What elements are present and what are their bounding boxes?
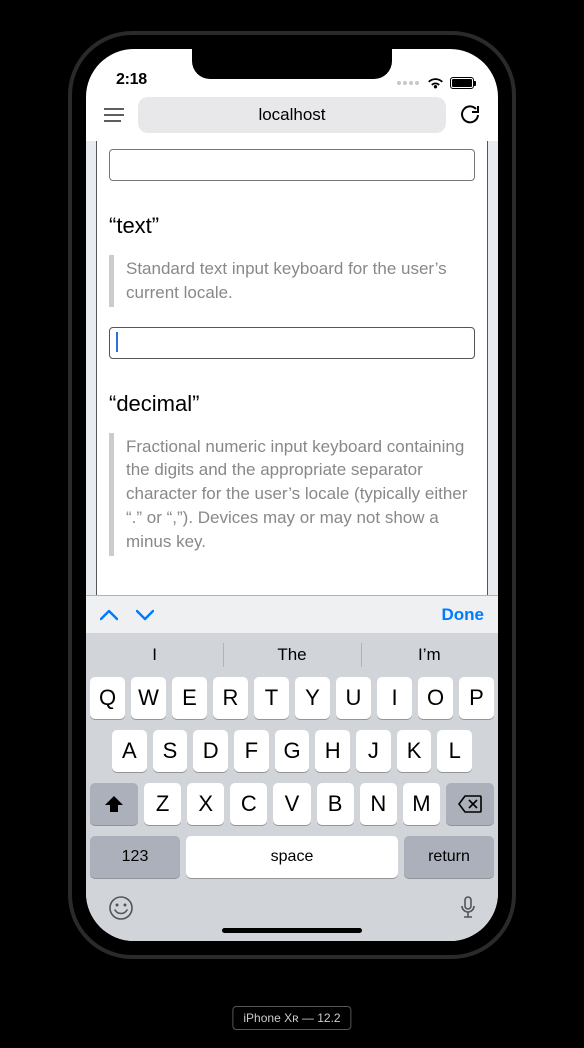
next-field-button[interactable] xyxy=(136,609,154,621)
wifi-icon xyxy=(427,77,444,89)
suggestion-1[interactable]: I xyxy=(86,633,223,677)
keyboard-field-nav xyxy=(100,609,154,621)
backspace-icon xyxy=(458,795,482,813)
input-text[interactable] xyxy=(109,327,475,359)
key-row-3: Z X C V B N M xyxy=(86,783,498,825)
key-shift[interactable] xyxy=(90,783,138,825)
key-space[interactable]: space xyxy=(186,836,398,878)
key-a[interactable]: A xyxy=(112,730,147,772)
content-panel: “text” Standard text input keyboard for … xyxy=(96,141,488,595)
key-y[interactable]: Y xyxy=(295,677,330,719)
cellular-dots-icon xyxy=(397,81,419,85)
key-row-2: A S D F G H J K L xyxy=(86,730,498,772)
keyboard: I The I’m Q W E R T Y U I O P A S D F xyxy=(86,633,498,941)
reload-button[interactable] xyxy=(452,97,488,133)
browser-toolbar: localhost xyxy=(96,93,488,137)
text-caret xyxy=(116,332,118,352)
dictation-button[interactable] xyxy=(460,896,476,925)
microphone-icon xyxy=(460,896,476,920)
url-bar[interactable]: localhost xyxy=(138,97,446,133)
screen: 2:18 localhost xyxy=(86,49,498,941)
key-w[interactable]: W xyxy=(131,677,166,719)
key-p[interactable]: P xyxy=(459,677,494,719)
notch xyxy=(192,49,392,79)
key-backspace[interactable] xyxy=(446,783,494,825)
key-u[interactable]: U xyxy=(336,677,371,719)
input-none[interactable] xyxy=(109,149,475,181)
key-row-4: 123 space return xyxy=(86,836,498,878)
key-e[interactable]: E xyxy=(172,677,207,719)
device-label: iPhone Xʀ — 12.2 xyxy=(232,1006,351,1030)
key-j[interactable]: J xyxy=(356,730,391,772)
emoji-icon xyxy=(108,895,134,921)
key-b[interactable]: B xyxy=(317,783,354,825)
home-indicator[interactable] xyxy=(222,928,362,933)
key-h[interactable]: H xyxy=(315,730,350,772)
device-frame: 2:18 localhost xyxy=(72,35,512,955)
key-f[interactable]: F xyxy=(234,730,269,772)
suggestion-3[interactable]: I’m xyxy=(361,633,498,677)
chevron-up-icon xyxy=(100,609,118,621)
key-n[interactable]: N xyxy=(360,783,397,825)
key-row-1: Q W E R T Y U I O P xyxy=(86,677,498,719)
key-m[interactable]: M xyxy=(403,783,440,825)
key-t[interactable]: T xyxy=(254,677,289,719)
reload-icon xyxy=(460,104,480,126)
key-mode-123[interactable]: 123 xyxy=(90,836,180,878)
key-q[interactable]: Q xyxy=(90,677,125,719)
section-desc-text: Standard text input keyboard for the use… xyxy=(109,255,475,307)
section-desc-decimal: Fractional numeric input keyboard contai… xyxy=(109,433,475,556)
menu-button[interactable] xyxy=(96,97,132,133)
emoji-button[interactable] xyxy=(108,895,134,926)
prev-field-button[interactable] xyxy=(100,609,118,621)
key-k[interactable]: K xyxy=(397,730,432,772)
key-c[interactable]: C xyxy=(230,783,267,825)
suggestion-2[interactable]: The xyxy=(223,633,360,677)
battery-icon xyxy=(450,77,474,89)
key-z[interactable]: Z xyxy=(144,783,181,825)
section-heading-decimal: “decimal” xyxy=(109,391,475,417)
shift-icon xyxy=(104,795,124,813)
key-x[interactable]: X xyxy=(187,783,224,825)
key-v[interactable]: V xyxy=(273,783,310,825)
chevron-down-icon xyxy=(136,609,154,621)
page-content[interactable]: “text” Standard text input keyboard for … xyxy=(86,141,498,595)
keyboard-accessory-bar: Done xyxy=(86,595,498,633)
menu-icon xyxy=(104,108,124,122)
status-time: 2:18 xyxy=(116,71,147,89)
key-r[interactable]: R xyxy=(213,677,248,719)
suggestion-bar: I The I’m xyxy=(86,633,498,677)
key-s[interactable]: S xyxy=(153,730,188,772)
key-i[interactable]: I xyxy=(377,677,412,719)
key-return[interactable]: return xyxy=(404,836,494,878)
side-button-power xyxy=(512,270,516,355)
key-d[interactable]: D xyxy=(193,730,228,772)
key-o[interactable]: O xyxy=(418,677,453,719)
section-heading-text: “text” xyxy=(109,213,475,239)
url-label: localhost xyxy=(258,105,325,125)
key-g[interactable]: G xyxy=(275,730,310,772)
status-indicators xyxy=(397,77,474,89)
keyboard-done-button[interactable]: Done xyxy=(442,605,485,625)
key-l[interactable]: L xyxy=(437,730,472,772)
